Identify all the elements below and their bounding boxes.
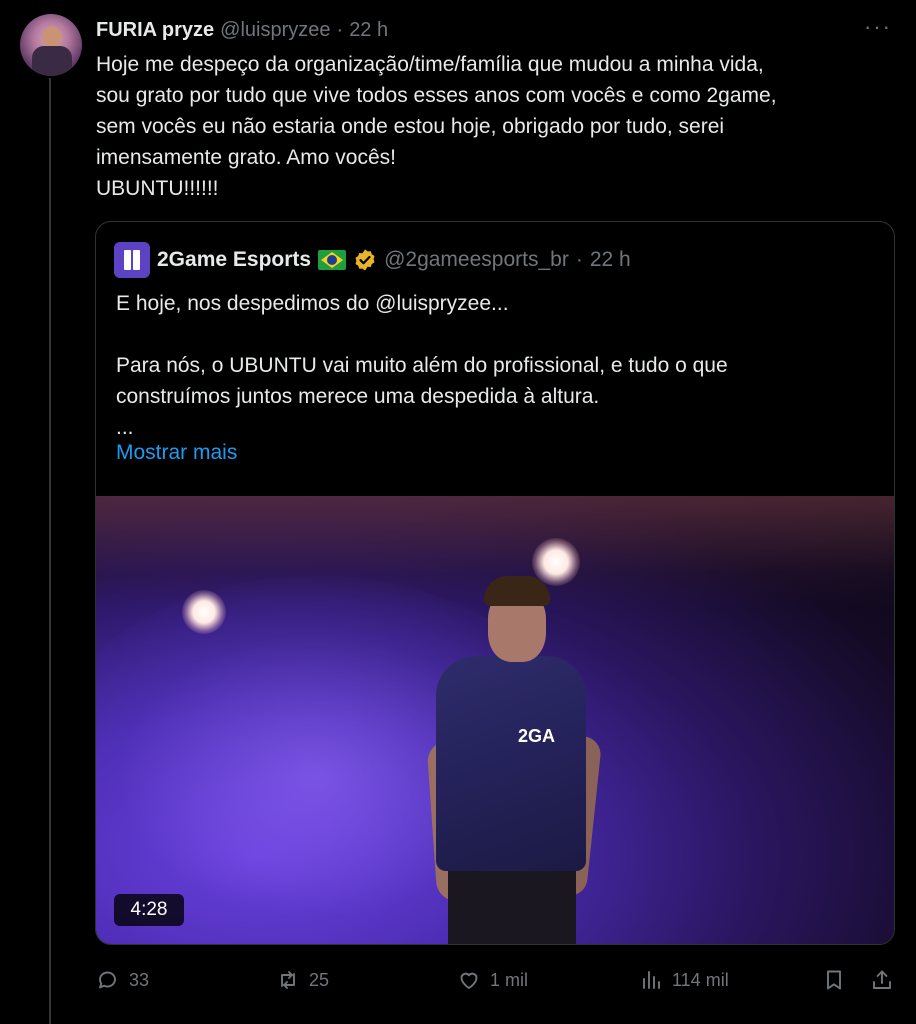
jersey-logo: 2GA [518, 726, 556, 746]
brazil-flag-icon [318, 250, 347, 270]
retweet-button[interactable]: 25 [276, 964, 329, 996]
more-dots-icon[interactable]: ··· [864, 14, 892, 40]
share-button[interactable] [870, 964, 894, 996]
share-icon [873, 970, 891, 989]
action-bar: 33 25 1 mil 114 mil [96, 964, 896, 996]
reply-icon [99, 971, 116, 989]
quote-timestamp[interactable]: 22 h [590, 248, 631, 272]
video-player[interactable]: 2GA 4:28 [96, 496, 894, 944]
avatar[interactable] [20, 14, 82, 76]
quoted-tweet[interactable]: 2Game Esports @2gameesports_br · 22 h E … [95, 221, 895, 945]
heart-icon [460, 972, 478, 989]
reply-button[interactable]: 33 [96, 964, 149, 996]
tweet-text: Hoje me despeço da organização/time/famí… [96, 53, 777, 200]
jersey [436, 656, 586, 871]
quote-handle[interactable]: @2gameesports_br [384, 248, 569, 272]
views-button[interactable]: 114 mil [639, 964, 729, 996]
verified-gold-badge-icon [355, 249, 375, 271]
like-button[interactable]: 1 mil [457, 964, 528, 996]
avatar-head [42, 26, 62, 48]
retweet-icon [281, 971, 295, 989]
tweet-header: FURIA pryze @luispryzee · 22 h [96, 14, 388, 46]
thread-line [49, 78, 51, 1024]
views-count: 114 mil [672, 969, 729, 990]
bookmark-button[interactable] [822, 964, 846, 996]
reply-count: 33 [129, 969, 150, 990]
timestamp[interactable]: 22 h [349, 19, 388, 42]
quote-separator: · [575, 248, 583, 271]
avatar-body [32, 46, 72, 76]
retweet-count: 25 [309, 969, 330, 990]
quote-avatar[interactable] [114, 242, 150, 278]
show-more-link[interactable]: Mostrar mais [116, 441, 237, 465]
stage-light [182, 590, 226, 634]
video-duration-badge: 4:28 [114, 894, 184, 926]
views-chart-icon [643, 971, 660, 989]
like-count: 1 mil [490, 969, 529, 990]
display-name[interactable]: FURIA pryze [96, 19, 214, 42]
quote-text: E hoje, nos despedimos do @luispryzee...… [116, 292, 728, 439]
quote-display-name[interactable]: 2Game Esports [157, 248, 311, 272]
quote-header: 2Game Esports @2gameesports_br · 22 h [114, 242, 631, 278]
bookmark-icon [827, 970, 841, 990]
handle[interactable]: @luispryzee [220, 19, 330, 42]
video-player-figure: 2GA [426, 576, 606, 944]
separator: · [336, 18, 344, 41]
